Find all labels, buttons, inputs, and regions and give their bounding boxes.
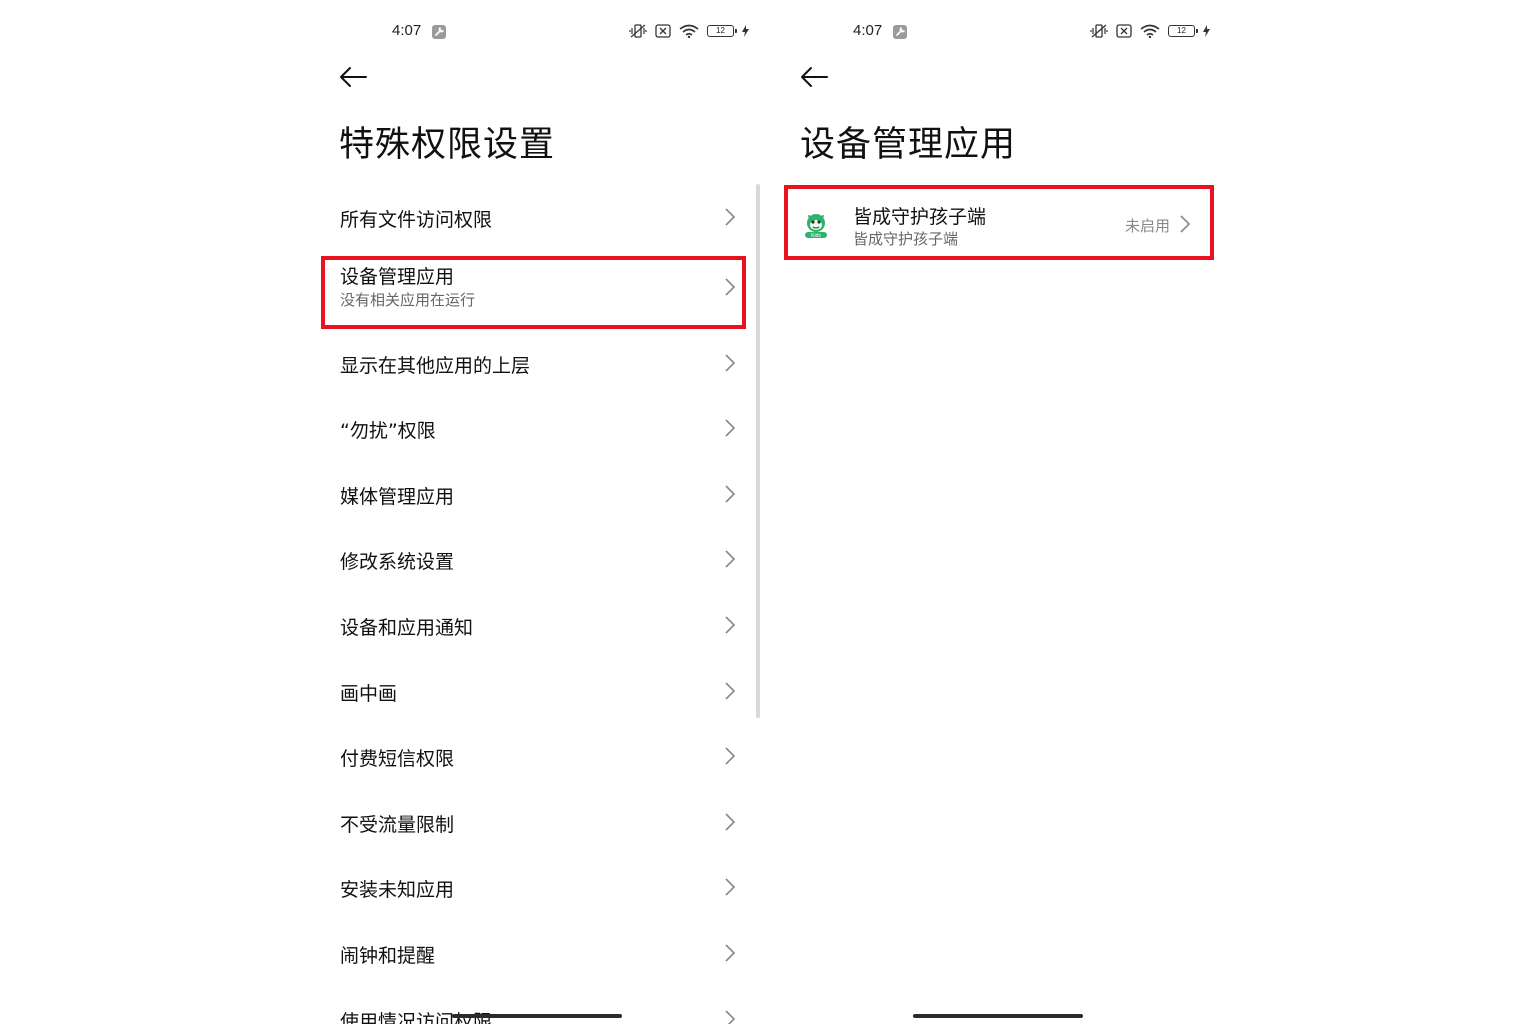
chevron-right-icon	[725, 419, 736, 437]
wifi-icon	[679, 24, 699, 38]
chevron-right-icon	[725, 813, 736, 831]
wifi-icon	[1140, 24, 1160, 38]
settings-list: 所有文件访问权限 设备管理应用 没有相关应用在运行 显示在其他应用的上层 “勿扰…	[308, 184, 769, 1024]
app-icon-badge: Kids	[811, 233, 821, 239]
battery-icon: 12	[707, 25, 737, 37]
back-button[interactable]	[799, 64, 829, 90]
chevron-right-icon	[725, 485, 736, 503]
list-item-subtitle: 没有相关应用在运行	[340, 290, 476, 309]
list-item-unrestricted-data[interactable]: 不受流量限制	[308, 789, 769, 855]
chevron-right-icon	[725, 354, 736, 372]
list-item-label: 媒体管理应用	[340, 485, 455, 508]
charging-icon	[742, 25, 749, 37]
app-name: 皆成守护孩子端	[853, 206, 987, 228]
list-item-label: 不受流量限制	[340, 813, 455, 836]
list-item-label: 闹钟和提醒	[340, 944, 436, 967]
list-item-label: 修改系统设置	[340, 551, 455, 574]
list-item-label: 画中画	[340, 682, 398, 705]
chevron-right-icon	[1180, 215, 1191, 233]
status-bar: 4:07 12	[769, 18, 1230, 46]
list-item-label: 设备和应用通知	[340, 616, 474, 639]
list-item-media-management-apps[interactable]: 媒体管理应用	[308, 461, 769, 527]
app-subtitle: 皆成守护孩子端	[853, 230, 959, 248]
home-indicator[interactable]	[913, 1014, 1083, 1018]
status-icons: 12	[1090, 24, 1210, 38]
app-status: 未启用	[1124, 217, 1170, 235]
list-item-picture-in-picture[interactable]: 画中画	[308, 658, 769, 724]
left-screen: 4:07 12 特殊权限设置 所有文件访问权限 设备管理应用 没有相关应用在运行…	[308, 0, 769, 1024]
list-item-label: 所有文件访问权限	[340, 209, 493, 231]
vibrate-off-icon	[629, 24, 647, 38]
chevron-right-icon	[725, 208, 736, 226]
page-title: 特殊权限设置	[339, 125, 556, 165]
vibrate-off-icon	[1090, 24, 1108, 38]
back-arrow-icon	[801, 67, 828, 87]
list-item-usage-access[interactable]: 使用情况访问权限	[308, 986, 769, 1024]
charging-icon	[1203, 25, 1210, 37]
list-item-alarms-reminders[interactable]: 闹钟和提醒	[308, 920, 769, 986]
list-item-all-files-access[interactable]: 所有文件访问权限	[308, 184, 769, 250]
page-title: 设备管理应用	[800, 125, 1017, 165]
chevron-right-icon	[725, 1009, 736, 1024]
no-sim-icon	[1116, 24, 1132, 38]
right-screen: 4:07 12 设备管理应用 Kids 皆成守护孩子端 皆成守护孩子端 未启用	[769, 0, 1230, 1024]
chevron-right-icon	[725, 681, 736, 700]
chevron-right-icon	[725, 550, 736, 568]
wrench-icon	[893, 25, 907, 39]
status-icons: 12	[629, 24, 749, 38]
list-item-device-admin-apps[interactable]: 设备管理应用 没有相关应用在运行	[308, 250, 769, 330]
list-item-label: 显示在其他应用的上层	[340, 354, 531, 377]
chevron-right-icon	[725, 278, 736, 296]
list-item-label: 安装未知应用	[340, 879, 455, 902]
battery-icon: 12	[1168, 25, 1198, 37]
kids-app-icon: Kids	[805, 214, 827, 239]
app-row-guardian-kids[interactable]: Kids 皆成守护孩子端 皆成守护孩子端 未启用	[789, 190, 1210, 257]
list-item-label: “勿扰”权限	[340, 420, 436, 443]
chevron-right-icon	[725, 616, 736, 634]
status-time: 4:07	[853, 22, 883, 39]
list-item-install-unknown-apps[interactable]: 安装未知应用	[308, 854, 769, 920]
home-indicator[interactable]	[452, 1014, 622, 1018]
chevron-right-icon	[725, 944, 736, 962]
list-item-label: 设备管理应用	[340, 265, 455, 288]
status-bar: 4:07 12	[308, 18, 769, 46]
status-time: 4:07	[392, 22, 422, 39]
chevron-right-icon	[725, 747, 736, 765]
scrollbar[interactable]	[756, 184, 760, 718]
list-item-modify-system-settings[interactable]: 修改系统设置	[308, 526, 769, 592]
back-arrow-icon	[340, 67, 367, 87]
list-item-display-over-other-apps[interactable]: 显示在其他应用的上层	[308, 330, 769, 396]
list-item-device-app-notifications[interactable]: 设备和应用通知	[308, 592, 769, 658]
list-item-do-not-disturb-access[interactable]: “勿扰”权限	[308, 395, 769, 461]
wrench-icon	[432, 25, 446, 39]
list-item-premium-sms-access[interactable]: 付费短信权限	[308, 723, 769, 789]
back-button[interactable]	[338, 64, 368, 90]
chevron-right-icon	[725, 878, 736, 896]
list-item-label: 付费短信权限	[340, 748, 455, 771]
no-sim-icon	[655, 24, 671, 38]
